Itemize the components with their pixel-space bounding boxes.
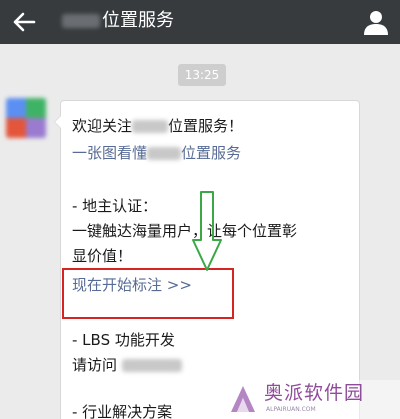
section-lbs-heading: - LBS 功能开发 [72, 331, 175, 349]
guide-link[interactable]: 一张图看懂 位置服务 [72, 143, 241, 163]
top-bar: 位置服务 [0, 0, 400, 44]
watermark-subtext: ALPAIRUAN.COM [266, 406, 316, 413]
chat-title-text: 位置服务 [102, 10, 174, 31]
greeting-prefix: 欢迎关注 [72, 117, 133, 135]
person-icon [364, 11, 388, 35]
section-solutions-heading: - 行业解决方案 [72, 403, 173, 419]
watermark-text: 奥派软件园 [264, 382, 365, 404]
greeting-line: 欢迎关注 位置服务！ [72, 116, 243, 136]
back-button[interactable] [8, 6, 40, 38]
message-timestamp: 13:25 [178, 64, 226, 86]
section-landlord-line2: 显价值！ [72, 247, 133, 265]
title-redaction [62, 14, 100, 28]
watermark-logo-icon [231, 386, 255, 412]
highlight-box [62, 268, 234, 319]
greeting-suffix: 位置服务！ [168, 117, 244, 135]
guide-link-redaction [147, 147, 182, 160]
back-arrow-icon [13, 12, 36, 32]
section-landlord-heading: - 地主认证： [72, 197, 158, 215]
section-lbs-text: 请访问 [72, 356, 118, 374]
guide-link-suffix: 位置服务 [181, 144, 242, 162]
guide-link-prefix: 一张图看懂 [72, 144, 148, 162]
lbs-url-redaction [121, 359, 182, 372]
profile-button[interactable] [360, 6, 392, 38]
section-lbs-line: 请访问 [72, 355, 182, 375]
greeting-redaction [132, 120, 169, 133]
chat-title: 位置服务 [62, 10, 174, 32]
down-arrow-icon [192, 191, 222, 271]
section-landlord-line1: 一键触达海量用户，让每个位置彰 [72, 222, 298, 240]
watermark: 奥派软件园 ALPAIRUAN.COM [224, 380, 400, 419]
bubble-tail-fill [55, 116, 61, 128]
sender-avatar[interactable] [6, 98, 46, 138]
